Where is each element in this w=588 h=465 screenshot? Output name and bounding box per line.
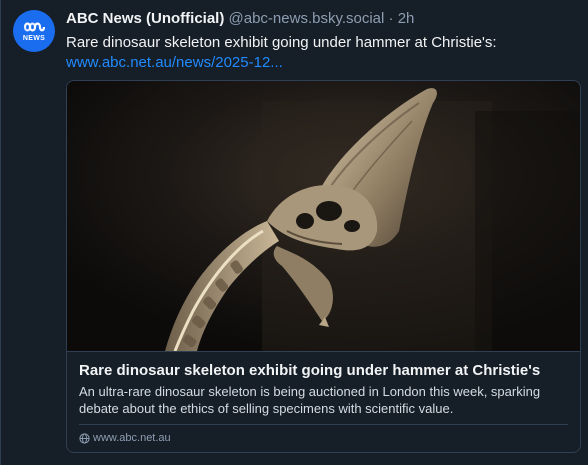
card-domain: www.abc.net.au — [79, 431, 171, 445]
post-link[interactable]: www.abc.net.au/news/2025-12... — [66, 53, 576, 73]
globe-icon — [79, 432, 90, 444]
header-separator: · — [388, 10, 394, 27]
post[interactable]: NEWS ABC News (Unofficial) @abc-news.bsk… — [0, 0, 588, 465]
abc-logo-icon — [23, 22, 45, 31]
author-name[interactable]: ABC News (Unofficial) — [66, 10, 224, 27]
post-header: ABC News (Unofficial) @abc-news.bsky.soc… — [66, 9, 414, 29]
avatar-label: NEWS — [22, 34, 46, 42]
avatar[interactable]: NEWS — [13, 10, 55, 52]
author-handle[interactable]: @abc-news.bsky.social — [229, 10, 385, 27]
card-divider — [67, 351, 580, 352]
card-image — [67, 81, 580, 351]
card-title: Rare dinosaur skeleton exhibit going und… — [79, 362, 541, 379]
card-domain-text: www.abc.net.au — [93, 432, 171, 444]
card-separator — [79, 424, 568, 425]
link-card[interactable]: Rare dinosaur skeleton exhibit going und… — [66, 80, 581, 453]
post-body: Rare dinosaur skeleton exhibit going und… — [66, 34, 497, 51]
card-description: An ultra-rare dinosaur skeleton is being… — [79, 384, 541, 416]
post-time[interactable]: 2h — [398, 10, 415, 27]
post-text: Rare dinosaur skeleton exhibit going und… — [66, 33, 576, 73]
